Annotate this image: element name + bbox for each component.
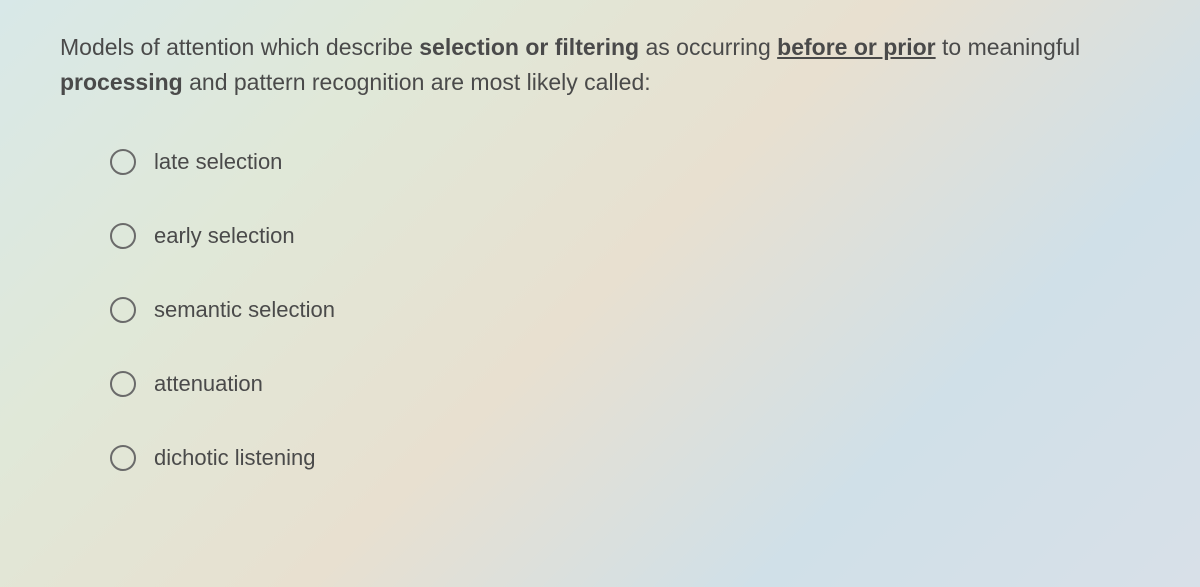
option-label: late selection [154,149,282,175]
option-late-selection[interactable]: late selection [110,149,1140,175]
question-part3: to meaningful [936,34,1080,60]
question-bold2: processing [60,69,183,95]
question-part2: as occurring [639,34,777,60]
option-dichotic-listening[interactable]: dichotic listening [110,445,1140,471]
question-bold1: selection or filtering [419,34,639,60]
question-underline1: before or prior [777,34,935,60]
option-early-selection[interactable]: early selection [110,223,1140,249]
options-list: late selection early selection semantic … [60,149,1140,471]
option-attenuation[interactable]: attenuation [110,371,1140,397]
question-text: Models of attention which describe selec… [60,30,1140,99]
radio-icon[interactable] [110,371,136,397]
radio-icon[interactable] [110,149,136,175]
option-semantic-selection[interactable]: semantic selection [110,297,1140,323]
question-part1: Models of attention which describe [60,34,419,60]
option-label: attenuation [154,371,263,397]
radio-icon[interactable] [110,223,136,249]
option-label: early selection [154,223,295,249]
option-label: semantic selection [154,297,335,323]
option-label: dichotic listening [154,445,315,471]
question-part4: and pattern recognition are most likely … [183,69,651,95]
radio-icon[interactable] [110,445,136,471]
radio-icon[interactable] [110,297,136,323]
